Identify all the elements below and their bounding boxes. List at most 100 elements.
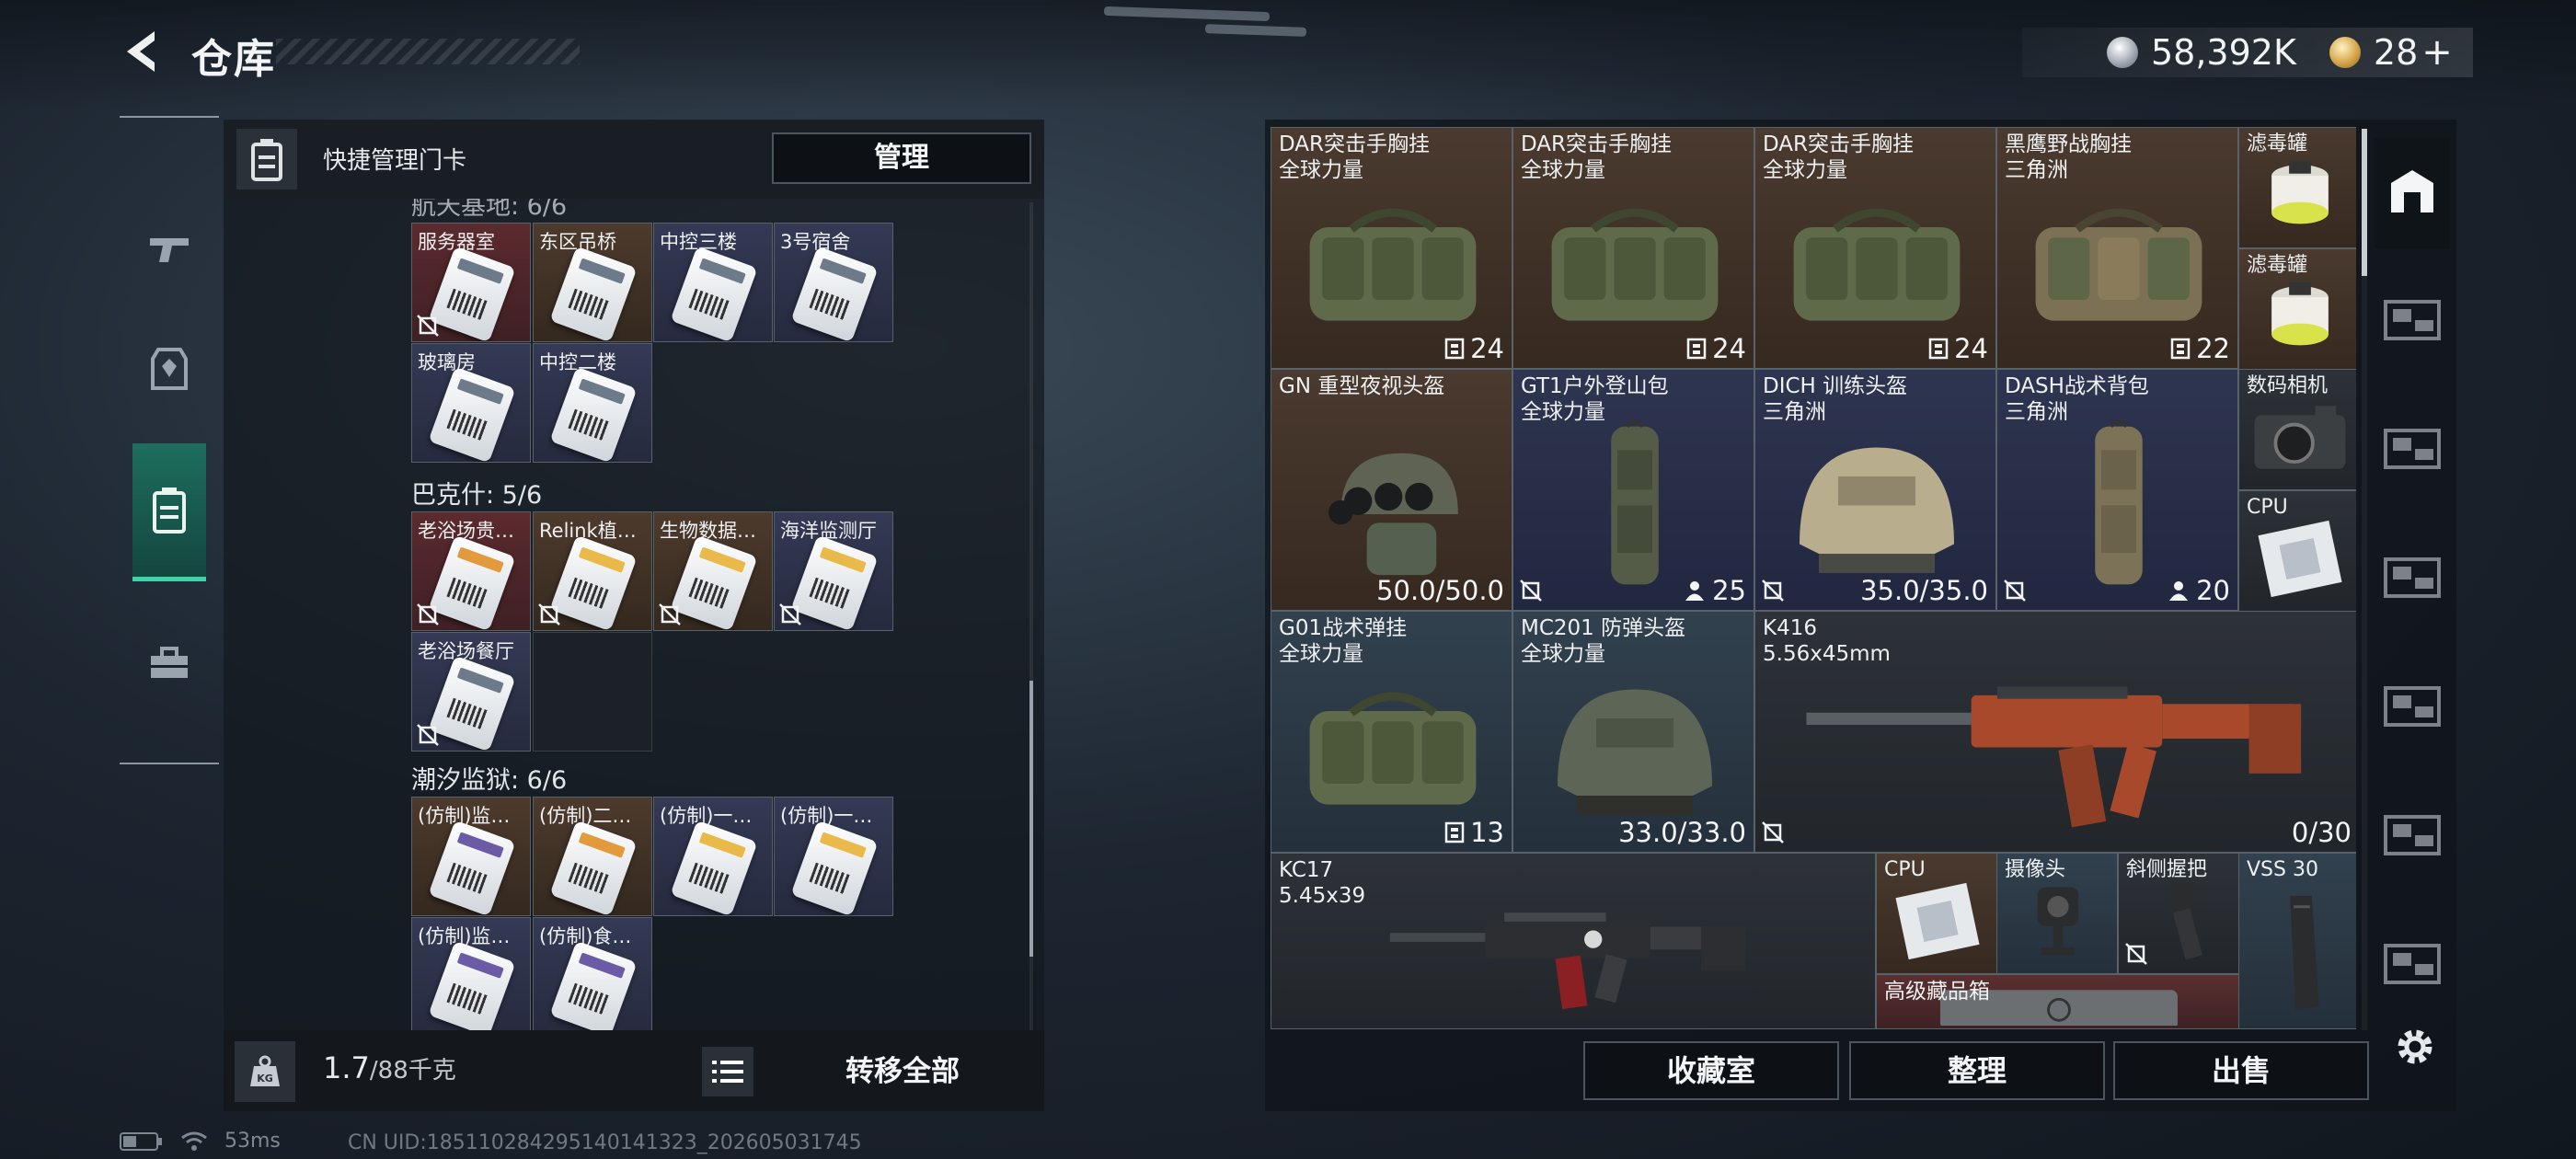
stash-item[interactable]: KC17 5.45x39 xyxy=(1271,853,1876,1029)
stash-item-count: 50.0/50.0 xyxy=(1376,575,1504,606)
keycard-slot[interactable]: (仿制)监… xyxy=(411,797,531,916)
keycard-name: (仿制)监… xyxy=(418,925,511,947)
gti-tab-1-icon xyxy=(2382,293,2443,351)
keycard-slot[interactable]: 中控三楼 xyxy=(653,223,773,342)
stash-side-tab[interactable] xyxy=(2375,267,2450,377)
stash-item[interactable]: G01战术弹挂 全球力量 13 xyxy=(1271,611,1512,853)
add-currency-button[interactable]: + xyxy=(2421,31,2453,74)
back-arrow-icon[interactable] xyxy=(118,26,169,77)
gold-balance: 28 xyxy=(2373,32,2419,73)
keycard-slot[interactable]: (仿制)食… xyxy=(533,917,652,1037)
stash-item[interactable]: 滤毒罐 xyxy=(2238,127,2356,248)
keycard-image xyxy=(549,246,638,341)
nav-weapons[interactable] xyxy=(132,180,206,318)
keycard-slot[interactable]: 3号宿舍 xyxy=(774,223,893,342)
stash-grid: DAR突击手胸挂 全球力量 24 DAR突击手胸挂 全球力量 24 DAR突击手胸挂 全… xyxy=(1271,127,2356,1030)
stash-item[interactable]: DAR突击手胸挂 全球力量 24 xyxy=(1512,127,1754,369)
bag-image xyxy=(1773,177,1981,354)
keycard-slot[interactable]: Relink植… xyxy=(533,511,652,631)
iv-tab-2-icon xyxy=(2382,808,2443,866)
stash-item[interactable]: 滤毒罐 xyxy=(2238,248,2356,370)
empty-keycard-slot[interactable] xyxy=(533,632,652,752)
weight-kg-icon: KG xyxy=(235,1041,295,1102)
keycard-slot[interactable]: 玻璃房 xyxy=(411,343,531,463)
stash-item[interactable]: 斜侧握把 xyxy=(2118,853,2239,974)
keycard-name: 生物数据… xyxy=(660,520,756,542)
keycard-slot[interactable]: (仿制)一… xyxy=(774,797,893,916)
keycard-slot[interactable]: (仿制)二… xyxy=(533,797,652,916)
stash-item[interactable]: GT1户外登山包 全球力量 25 xyxy=(1512,369,1754,611)
stash-item[interactable]: CPU xyxy=(1876,853,1997,974)
stash-item-count-value: 13 xyxy=(1470,817,1504,848)
page-title: 仓库 xyxy=(191,36,276,83)
keycard-slot[interactable]: 服务器室 xyxy=(411,223,531,342)
keycard-slot[interactable]: 生物数据… xyxy=(653,511,773,631)
backpack-image xyxy=(1531,419,1739,596)
stash-item-name: G01战术弹挂 全球力量 xyxy=(1279,616,1408,666)
magazine-image xyxy=(2248,889,2352,1019)
top-bar: 仓库 58,392K 28 + xyxy=(0,0,2576,110)
keycard-slot[interactable]: 老浴场贵… xyxy=(411,511,531,631)
stash-side-tab[interactable] xyxy=(2375,524,2450,635)
keycard-panel: 快捷管理门卡 管理 航天基地: 6/6 服务器室 东区吊桥 中控三楼 3号宿舍 玻璃房中… xyxy=(224,120,1044,1111)
stash-side-tab[interactable] xyxy=(2375,782,2450,892)
stash-item[interactable]: MC201 防弹头盔 全球力量 33.0/33.0 xyxy=(1512,611,1754,853)
backpack-capacity-icon xyxy=(2169,581,2189,601)
stash-item[interactable]: 黑鹰野战胸挂 三角洲 22 xyxy=(1996,127,2238,369)
stash-item-count: 35.0/35.0 xyxy=(1860,575,1988,606)
not-insured-icon xyxy=(1761,820,1787,846)
nav-keycards[interactable] xyxy=(132,443,206,581)
keycard-slot[interactable]: 东区吊桥 xyxy=(533,223,652,342)
stash-scrollbar-thumb[interactable] xyxy=(2362,129,2367,276)
nav-equipment[interactable] xyxy=(132,300,206,438)
keycard-slot[interactable]: 老浴场餐厅 xyxy=(411,632,531,752)
keycard-image xyxy=(790,534,879,630)
collection-room-button[interactable]: 收藏室 xyxy=(1583,1041,1839,1100)
stash-item[interactable]: VSS 30 xyxy=(2238,853,2356,1029)
scrollbar-thumb[interactable] xyxy=(1029,681,1033,957)
stash-item[interactable]: CPU xyxy=(2238,490,2356,612)
gti-tab-2-icon xyxy=(2382,421,2443,480)
keycard-slot[interactable]: 海洋监测厅 xyxy=(774,511,893,631)
transfer-all-button[interactable]: 转移全部 xyxy=(776,1047,1029,1096)
stash-item[interactable]: K416 5.56x45mm 0/30 xyxy=(1754,611,2356,853)
backpack-capacity-icon xyxy=(1685,581,1705,601)
keycard-slot[interactable]: 中控二楼 xyxy=(533,343,652,463)
stash-item-count-value: 33.0/33.0 xyxy=(1618,817,1746,848)
stash-side-tab[interactable] xyxy=(2375,911,2450,1021)
stash-item-name: 黑鹰野战胸挂 三角洲 xyxy=(2005,132,2132,182)
sell-button[interactable]: 出售 xyxy=(2113,1041,2369,1100)
stash-item-count-value: 24 xyxy=(1712,333,1746,364)
nav-containers[interactable] xyxy=(132,594,206,732)
stash-item[interactable]: 高级藏品箱 xyxy=(1876,974,2239,1029)
stash-item-name: 数码相机 xyxy=(2247,374,2329,397)
stash-item-name: GN 重型夜视头盔 xyxy=(1279,374,1445,398)
stash-item[interactable]: 数码相机 xyxy=(2238,369,2356,490)
manage-button[interactable]: 管理 xyxy=(772,132,1031,184)
weight-max: /88千克 xyxy=(369,1057,456,1084)
list-view-button[interactable] xyxy=(702,1047,753,1096)
keycard-image xyxy=(428,246,516,341)
keycard-slot[interactable]: (仿制)一… xyxy=(653,797,773,916)
stash-side-tab[interactable] xyxy=(2375,653,2450,763)
keycard-image xyxy=(790,246,879,341)
bag-image xyxy=(1289,177,1497,354)
stash-item[interactable]: DAR突击手胸挂 全球力量 24 xyxy=(1271,127,1512,369)
keycard-image xyxy=(549,366,638,462)
settings-gear-icon[interactable] xyxy=(2389,1021,2441,1073)
stash-side-tab[interactable] xyxy=(2375,138,2450,248)
stash-item[interactable]: DASH战术背包 三角洲 20 xyxy=(1996,369,2238,611)
title-decoration xyxy=(276,39,580,64)
keycard-image xyxy=(428,366,516,462)
stash-item-name: DAR突击手胸挂 全球力量 xyxy=(1521,132,1673,182)
stash-item[interactable]: GN 重型夜视头盔 50.0/50.0 xyxy=(1271,369,1512,611)
keycard-name: 中控三楼 xyxy=(660,231,737,253)
stash-item[interactable]: 摄像头 xyxy=(1996,853,2118,974)
stash-item[interactable]: DICH 训练头盔 三角洲 35.0/35.0 xyxy=(1754,369,1996,611)
keycard-slot[interactable]: (仿制)监… xyxy=(411,917,531,1037)
stash-item-name: K416 5.56x45mm xyxy=(1763,616,1891,666)
gold-coin-icon xyxy=(2329,37,2361,68)
stash-side-tab[interactable] xyxy=(2375,396,2450,506)
sort-button[interactable]: 整理 xyxy=(1849,1041,2105,1100)
stash-item[interactable]: DAR突击手胸挂 全球力量 24 xyxy=(1754,127,1996,369)
